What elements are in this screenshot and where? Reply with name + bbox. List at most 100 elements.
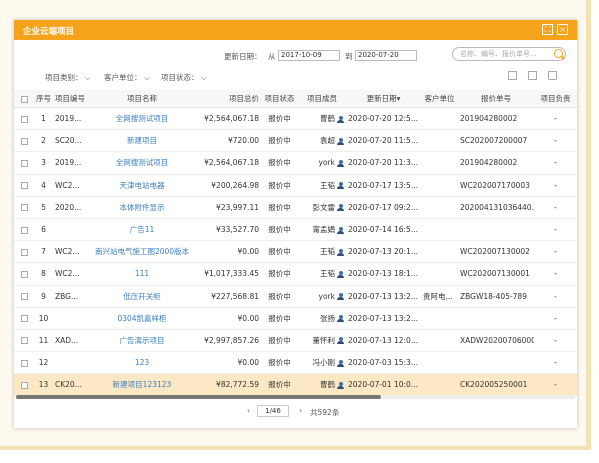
- project-status-dropdown[interactable]: 项目状态： ⌵: [161, 72, 207, 83]
- table-row[interactable]: 9 ZBG... 低压开关柜 ¥227,568.81 报价中 york 2020-07-13…: [14, 285, 577, 308]
- project-price: ¥33,527.70: [198, 218, 261, 242]
- search-icon[interactable]: [554, 49, 563, 58]
- column-header[interactable]: 客户单位: [421, 90, 458, 108]
- trash-icon[interactable]: [548, 71, 557, 80]
- client-unit: [421, 240, 458, 264]
- project-name-link[interactable]: 低压开关柜: [86, 285, 198, 308]
- project-name-link[interactable]: 南兴站电气施工图2000版本: [86, 240, 198, 264]
- project-code: 2020...: [53, 196, 86, 219]
- row-number: 10: [34, 307, 53, 330]
- row-number: 6: [34, 218, 53, 242]
- table-row[interactable]: 7 WC2... 南兴站电气施工图2000版本 ¥0.00 报价中 王韬 2020-07-1…: [14, 240, 577, 264]
- maximize-icon[interactable]: ⛶: [542, 24, 553, 35]
- project-name-link[interactable]: 天津电站电器: [86, 174, 198, 197]
- scrollbar-thumb[interactable]: [16, 395, 381, 399]
- column-header[interactable]: 项目状态: [261, 90, 298, 108]
- project-status: 报价中: [261, 373, 298, 397]
- project-code: CK20...: [53, 373, 86, 397]
- member-name: 王韬: [320, 269, 335, 279]
- client-unit: [421, 174, 458, 197]
- project-status: 报价中: [261, 351, 298, 375]
- search-placeholder: 名称、编号、报价单号...: [460, 50, 537, 58]
- user-icon: [337, 248, 344, 256]
- update-date: 2020-07-20 11:3...: [346, 151, 421, 175]
- edit-icon[interactable]: [528, 71, 537, 80]
- table-row[interactable]: 3 2019... 全网搜测试项目 ¥2,564,067.18 报价中 york 2020-…: [14, 151, 577, 175]
- table-row[interactable]: 2 SC20... 新建项目 ¥720.00 报价中 袁超 2020-07-20 11:5.…: [14, 129, 577, 153]
- column-header[interactable]: 序号: [34, 90, 53, 108]
- update-date: 2020-07-14 16:5...: [346, 218, 421, 242]
- column-header[interactable]: 报价单号: [458, 90, 534, 108]
- table-row[interactable]: 12 123 ¥0.00 报价中 冯小刚 2020-07-03 15:3... -: [14, 351, 577, 375]
- to-date-input[interactable]: 2020-07-20: [355, 50, 417, 61]
- window-title: 企业云端项目: [23, 27, 75, 37]
- row-checkbox[interactable]: [14, 285, 34, 308]
- next-page-button[interactable]: ›: [299, 406, 302, 415]
- project-name-link[interactable]: 广告11: [86, 218, 198, 242]
- table-row[interactable]: 4 WC2... 天津电站电器 ¥200,264.98 报价中 王韬 2020-07-17 …: [14, 174, 577, 197]
- project-name-link[interactable]: 新建项目: [86, 129, 198, 153]
- row-checkbox[interactable]: [14, 262, 34, 286]
- column-header[interactable]: 更新日期▾: [346, 90, 421, 108]
- select-all-checkbox[interactable]: [14, 90, 34, 108]
- page-input[interactable]: 1/46: [257, 405, 289, 417]
- project-price: ¥1,017,333.45: [198, 262, 261, 286]
- table-row[interactable]: 11 XAD... 广告演示项目 ¥2,997,857.26 报价中 董怀利 2020-07…: [14, 329, 577, 353]
- row-checkbox[interactable]: [14, 151, 34, 175]
- user-icon: [337, 226, 344, 234]
- column-header[interactable]: 项目编号: [53, 90, 86, 108]
- search-input[interactable]: 名称、编号、报价单号...: [452, 47, 566, 61]
- project-name-link[interactable]: 广告演示项目: [86, 329, 198, 353]
- project-owner: -: [534, 307, 577, 330]
- table-row[interactable]: 8 WC2... 111 ¥1,017,333.45 报价中 王韬 2020-07-13 1…: [14, 262, 577, 286]
- project-owner: -: [534, 262, 577, 286]
- row-checkbox[interactable]: [14, 351, 34, 375]
- table-row[interactable]: 13 CK20... 新建项目123123 ¥82,772.59 报价中 曹鹤 2020-0…: [14, 373, 577, 397]
- client-unit-dropdown[interactable]: 客户单位： ⌵: [104, 72, 150, 83]
- project-status: 报价中: [261, 151, 298, 175]
- table-row[interactable]: 10 0304凯嘉样柜 ¥0.00 报价中 张扬 2020-07-13 13:2... -: [14, 307, 577, 330]
- project-price: ¥2,564,067.18: [198, 151, 261, 175]
- project-name-link[interactable]: 新建项目123123: [86, 373, 198, 397]
- column-header[interactable]: 项目成员: [298, 90, 346, 108]
- row-checkbox[interactable]: [14, 107, 34, 131]
- row-checkbox[interactable]: [14, 307, 34, 330]
- row-checkbox[interactable]: [14, 240, 34, 264]
- client-unit: [421, 218, 458, 242]
- project-name-link[interactable]: 本体附件显示: [86, 196, 198, 219]
- prev-page-button[interactable]: ‹: [247, 406, 250, 415]
- row-checkbox[interactable]: [14, 373, 34, 397]
- row-checkbox[interactable]: [14, 129, 34, 153]
- row-checkbox[interactable]: [14, 218, 34, 242]
- column-header[interactable]: 项目名称: [86, 90, 198, 108]
- project-name-link[interactable]: 全网搜测试项目: [86, 107, 198, 131]
- column-header[interactable]: 项目负责: [534, 90, 577, 108]
- row-checkbox[interactable]: [14, 196, 34, 219]
- column-header[interactable]: 项目总价: [198, 90, 261, 108]
- row-checkbox[interactable]: [14, 174, 34, 197]
- table-row[interactable]: 1 2019... 全网搜测试项目 ¥2,564,067.18 报价中 曹鹤 2020-07…: [14, 107, 577, 131]
- from-date-input[interactable]: 2017-10-09: [278, 50, 340, 61]
- project-name-link[interactable]: 0304凯嘉样柜: [86, 307, 198, 330]
- project-price: ¥0.00: [198, 307, 261, 330]
- table-row[interactable]: 6 广告11 ¥33,527.70 报价中 甯孟娟 2020-07-14 16:5... -: [14, 218, 577, 242]
- update-date: 2020-07-13 13:2...: [346, 285, 421, 308]
- client-unit: [421, 351, 458, 375]
- member-name: 张扬: [320, 313, 335, 323]
- horizontal-scrollbar[interactable]: [16, 395, 575, 399]
- user-icon: [337, 315, 344, 323]
- project-name-link[interactable]: 全网搜测试项目: [86, 151, 198, 175]
- project-status: 报价中: [261, 285, 298, 308]
- quote-number: CK202005250001: [458, 373, 534, 397]
- table-row[interactable]: 5 2020... 本体附件显示 ¥23,997.11 报价中 彭文雷 2020-07-17…: [14, 196, 577, 219]
- export-icon[interactable]: [508, 71, 517, 80]
- close-icon[interactable]: ×: [557, 24, 568, 35]
- update-date: 2020-07-17 09:2...: [346, 196, 421, 219]
- row-checkbox[interactable]: [14, 329, 34, 353]
- project-category-dropdown[interactable]: 项目类别： ⌵: [45, 72, 91, 83]
- quote-number: WC202007170003: [458, 174, 534, 197]
- project-name-link[interactable]: 123: [86, 351, 198, 375]
- bottom-border-stripe: [0, 446, 591, 450]
- project-name-link[interactable]: 111: [86, 262, 198, 286]
- project-owner: -: [534, 218, 577, 242]
